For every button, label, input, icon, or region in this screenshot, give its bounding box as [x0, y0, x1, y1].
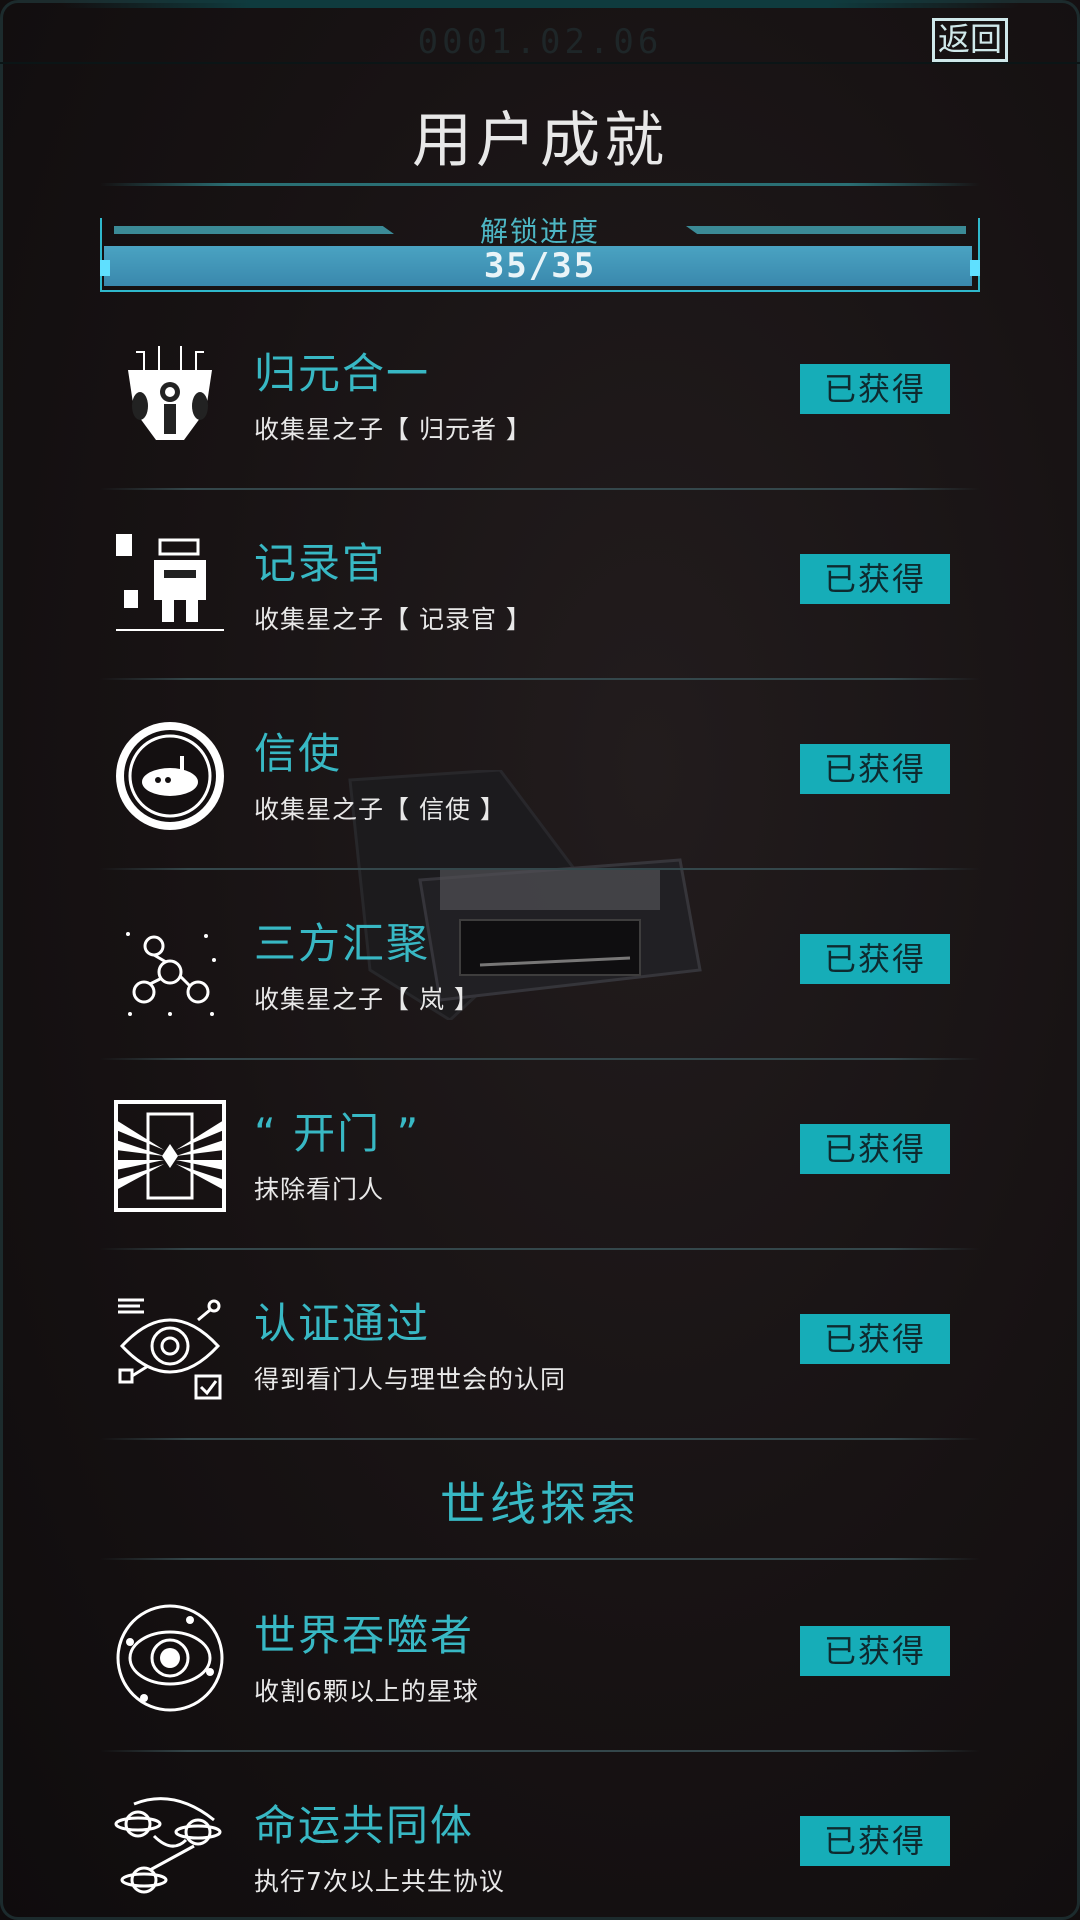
section-title: 世线探索	[440, 1477, 640, 1531]
achievement-item: 记录官 收集星之子【 记录官 】 已获得	[100, 490, 980, 680]
door-rays-icon	[114, 1100, 226, 1212]
achievement-item: 归元合一 收集星之子【 归元者 】 已获得	[100, 300, 980, 490]
achievement-name: 信使	[254, 729, 343, 778]
progress-value: 35/35	[483, 246, 597, 286]
explore-name: 命运共同体	[254, 1801, 475, 1850]
explore-name: 世界吞噬者	[254, 1611, 475, 1660]
achievement-desc: 收集星之子【 信使 】	[254, 795, 506, 824]
achievement-name: 认证通过	[254, 1299, 431, 1348]
page-title: 用户成就	[412, 106, 668, 176]
explore-item: 命运共同体 执行7次以上共生协议 已获得	[100, 1752, 980, 1920]
achievement-name: “ 开门 ”	[254, 1109, 421, 1158]
status-badge: 已获得	[800, 554, 950, 604]
achievement-desc: 收集星之子【 归元者 】	[254, 415, 532, 444]
date-readout: 0001.02.06	[417, 22, 663, 62]
status-badge: 已获得	[800, 934, 950, 984]
eye-verify-icon	[118, 1298, 222, 1400]
top-bar: 0001.02.06 返回	[0, 0, 1080, 64]
orbit-planet-icon	[116, 1604, 224, 1712]
achievement-item: 认证通过 得到看门人与理世会的认同 已获得	[100, 1250, 980, 1440]
title-divider	[100, 183, 980, 186]
top-glow	[60, 0, 1020, 8]
explore-item: 世界吞噬者 收割6颗以上的星球 已获得	[100, 1562, 980, 1752]
progress-label: 解锁进度	[479, 215, 600, 248]
section-divider	[100, 1558, 980, 1560]
achievement-desc: 得到看门人与理世会的认同	[254, 1365, 567, 1394]
network-people-icon	[126, 932, 216, 1016]
unlock-progress: 解锁进度 35/35	[100, 215, 980, 294]
planets-link-icon	[114, 1797, 222, 1894]
achievement-name: 三方汇聚	[254, 919, 431, 968]
status-badge: 已获得	[800, 364, 950, 414]
item-divider	[100, 1438, 980, 1440]
status-badge: 已获得	[800, 744, 950, 794]
achievement-item: “ 开门 ” 抹除看门人 已获得	[100, 1060, 980, 1250]
achievement-item: 信使 收集星之子【 信使 】 已获得	[100, 680, 980, 870]
status-badge: 已获得	[800, 1626, 950, 1676]
achievement-desc: 收集星之子【 岚 】	[254, 985, 480, 1014]
robot-mask-icon	[128, 346, 212, 440]
explore-desc: 收割6颗以上的星球	[254, 1677, 479, 1706]
achievement-name: 归元合一	[254, 349, 431, 398]
explore-desc: 执行7次以上共生协议	[254, 1867, 505, 1896]
achievement-desc: 抹除看门人	[254, 1175, 385, 1204]
achievement-desc: 收集星之子【 记录官 】	[254, 605, 532, 634]
status-badge: 已获得	[800, 1314, 950, 1364]
achievement-name: 记录官	[254, 539, 387, 588]
achievement-item: 三方汇聚 收集星之子【 岚 】 已获得	[100, 870, 980, 1060]
messenger-ship-icon	[116, 722, 224, 830]
back-button[interactable]: 返回	[932, 18, 1008, 62]
status-badge: 已获得	[800, 1816, 950, 1866]
recorder-robot-icon	[116, 534, 224, 631]
status-badge: 已获得	[800, 1124, 950, 1174]
